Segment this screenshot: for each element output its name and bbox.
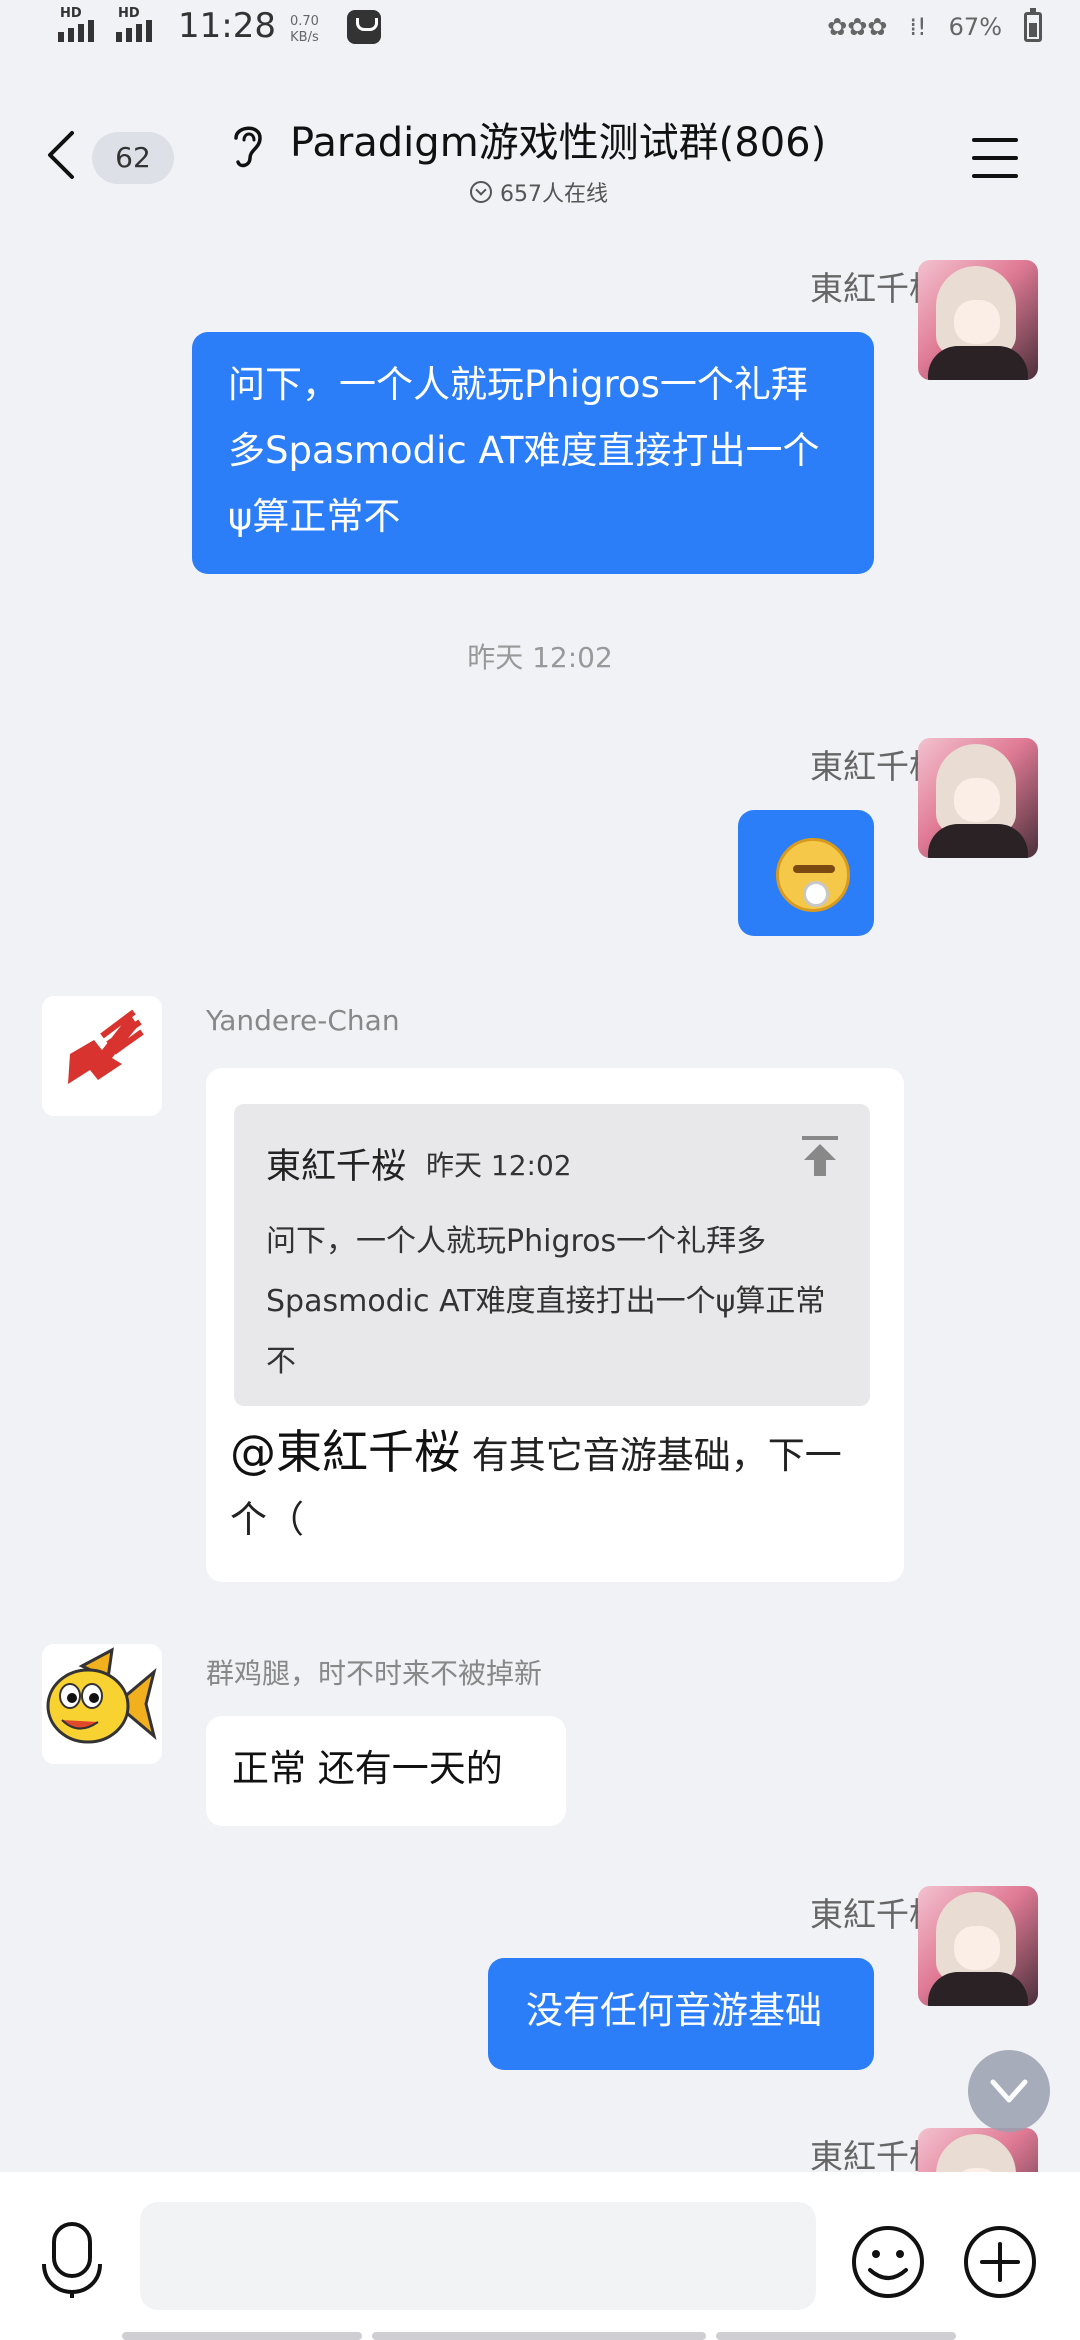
chat-header: 62 Paradigm游戏性测试群(806) 657人在线 (0, 90, 1080, 210)
fish-avatar-icon (46, 1647, 157, 1744)
sender-name: 群鸡腿，时不时来不被掉新 (206, 1657, 543, 1690)
chevron-left-icon (48, 131, 74, 179)
network-speed: 0.70 KB/s (290, 14, 319, 46)
message-bubble[interactable]: 正常 还有一天的 (206, 1716, 566, 1826)
chevron-down-circle-icon (470, 181, 492, 203)
message-text: @東紅千桜 有其它音游基础，下一个（ (230, 1420, 870, 1552)
input-bar (0, 2172, 1080, 2340)
message-text: 问下，一个人就玩Phigros一个礼拜多Spasmodic AT难度直接打出一个… (228, 363, 820, 538)
clock: 11:28 (178, 6, 276, 46)
panel-tab[interactable] (372, 2332, 706, 2340)
speed-unit: KB/s (290, 30, 319, 45)
microphone-icon[interactable] (40, 2220, 104, 2300)
unread-count-badge[interactable]: 62 (92, 132, 174, 184)
flower-icon: ✿✿✿ (827, 13, 888, 41)
scroll-to-bottom-button[interactable] (968, 2050, 1050, 2132)
avatar[interactable] (918, 1886, 1038, 2006)
avatar[interactable] (918, 738, 1038, 858)
message-input[interactable] (140, 2202, 816, 2310)
sim1-label: HD (60, 6, 82, 21)
online-count: 657人在线 (500, 182, 608, 207)
status-bar: HD HD 11:28 0.70 KB/s ✿✿✿ ⁞! 67% (0, 0, 1080, 60)
red-logo-icon (68, 1009, 144, 1084)
message-text: 没有任何音游基础 (526, 1989, 822, 2032)
sim2-label: HD (118, 6, 140, 21)
battery-icon (1024, 8, 1042, 42)
avatar[interactable] (918, 260, 1038, 380)
message-bubble[interactable]: 没有任何音游基础 (488, 1958, 874, 2070)
sender-name: Yandere-Chan (206, 1004, 400, 1037)
no-signal-icon: ⁞! (909, 13, 927, 41)
page-title: Paradigm游戏性测试群(806) (290, 120, 827, 166)
signal-icon-sim2: HD (116, 6, 164, 46)
ear-icon[interactable] (228, 120, 268, 170)
speed-value: 0.70 (289, 14, 319, 29)
panel-tab[interactable] (716, 2332, 956, 2340)
smiley-icon[interactable] (850, 2224, 926, 2300)
avatar[interactable] (42, 1644, 162, 1764)
jump-to-top-icon[interactable] (800, 1134, 840, 1178)
quoted-message[interactable]: 東紅千桜 昨天 12:02 问下，一个人就玩Phigros一个礼拜多Spasmo… (234, 1104, 870, 1406)
message-text: 正常 还有一天的 (232, 1747, 503, 1790)
plus-icon[interactable] (962, 2224, 1038, 2300)
panel-tab[interactable] (122, 2332, 362, 2340)
battery-percent: 67% (948, 13, 1002, 41)
quote-sender: 東紅千桜 (266, 1147, 407, 1187)
mention-link[interactable]: @東紅千桜 (230, 1425, 460, 1479)
menu-button[interactable] (972, 138, 1018, 178)
quote-time: 昨天 12:02 (426, 1149, 572, 1182)
timestamp: 昨天 12:02 (467, 641, 613, 674)
message-bubble[interactable]: 问下，一个人就玩Phigros一个礼拜多Spasmodic AT难度直接打出一个… (192, 332, 874, 574)
avatar[interactable] (42, 996, 162, 1116)
chevron-down-icon (990, 2079, 1028, 2103)
sticker-emoji-icon (776, 838, 850, 912)
back-button[interactable] (46, 130, 76, 180)
online-status[interactable]: 657人在线 (470, 176, 608, 208)
quote-text: 问下，一个人就玩Phigros一个礼拜多Spasmodic AT难度直接打出一个… (266, 1224, 826, 1379)
shopping-bag-icon (346, 10, 381, 44)
signal-icon-sim1: HD (58, 6, 106, 46)
